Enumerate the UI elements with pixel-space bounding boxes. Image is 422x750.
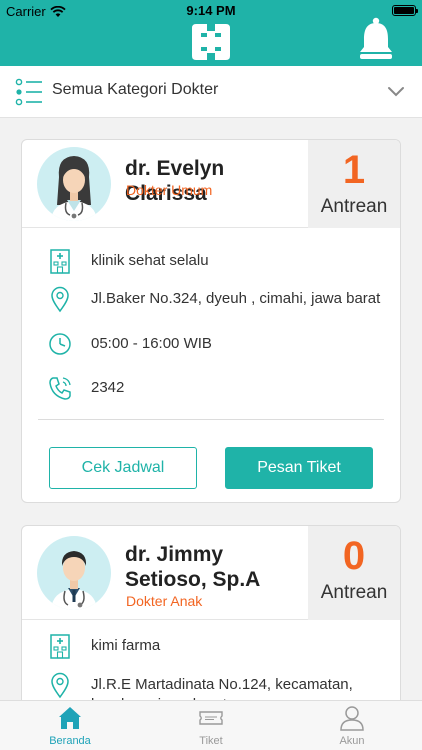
- queue-count: 0: [342, 534, 366, 578]
- clinic-address: Jl.R.E Martadinata No.124, kecamatan, ba…: [91, 676, 353, 700]
- phone-number: 2342: [91, 379, 125, 396]
- clinic-name: klinik sehat selalu: [91, 252, 209, 269]
- bell-icon[interactable]: [356, 16, 396, 62]
- card-divider: [38, 419, 384, 420]
- check-schedule-button[interactable]: Cek Jadwal: [49, 447, 197, 489]
- phone-row: 2342: [46, 374, 386, 402]
- queue-count: 1: [342, 148, 366, 192]
- address-row: Jl.R.E Martadinata No.124, kecamatan, ba…: [46, 671, 386, 700]
- list-filter-icon: [15, 78, 42, 106]
- user-icon: [340, 706, 364, 731]
- clinic-name: kimi farma: [91, 637, 161, 654]
- tab-label: Beranda: [49, 735, 91, 747]
- tab-akun[interactable]: Akun: [282, 701, 422, 750]
- chevron-down-icon[interactable]: [386, 84, 406, 98]
- ticket-icon: [199, 711, 223, 725]
- queue-label: Antrean: [320, 582, 388, 603]
- app-header: Carrier 9:14 PM: [0, 0, 422, 66]
- queue-label: Antrean: [320, 196, 388, 217]
- location-pin-icon: [51, 672, 69, 699]
- hospital-icon: [50, 249, 70, 274]
- doctor-card[interactable]: dr. Jimmy Setioso, Sp.A Dokter Anak 0 An…: [21, 525, 401, 700]
- doctor-avatar-female: [37, 147, 111, 221]
- book-ticket-button[interactable]: Pesan Tiket: [225, 447, 373, 489]
- doctor-list[interactable]: dr. Evelyn Clarissa Dokter Umum 1 Antrea…: [0, 118, 422, 700]
- queue-counter: 0 Antrean: [308, 526, 400, 620]
- tab-label: Akun: [339, 735, 365, 747]
- app-logo-icon: [192, 24, 230, 60]
- home-icon: [59, 707, 81, 729]
- category-filter[interactable]: Semua Kategori Dokter: [0, 66, 422, 118]
- battery-icon: [392, 5, 418, 16]
- bottom-tab-bar: Beranda Tiket Akun: [0, 700, 422, 750]
- practice-hours: 05:00 - 16:00 WIB: [91, 335, 212, 352]
- doctor-avatar-male: [37, 536, 111, 610]
- hours-row: 05:00 - 16:00 WIB: [46, 330, 386, 358]
- address-row: Jl.Baker No.324, dyeuh , cimahi, jawa ba…: [46, 285, 386, 329]
- hospital-icon: [50, 634, 70, 659]
- location-pin-icon: [51, 286, 69, 313]
- tab-tiket[interactable]: Tiket: [141, 701, 281, 750]
- filter-label: Semua Kategori Dokter: [52, 81, 219, 98]
- doctor-category: Dokter Umum: [126, 182, 213, 198]
- doctor-category: Dokter Anak: [126, 593, 203, 609]
- doctor-card-header: dr. Jimmy Setioso, Sp.A Dokter Anak 0 An…: [22, 526, 400, 620]
- clinic-row: klinik sehat selalu: [46, 247, 386, 275]
- doctor-name: dr. Evelyn Clarissa: [125, 157, 225, 205]
- doctor-card-header: dr. Evelyn Clarissa Dokter Umum 1 Antrea…: [22, 140, 400, 228]
- queue-counter: 1 Antrean: [308, 140, 400, 228]
- tab-label: Tiket: [199, 735, 223, 747]
- clinic-address: Jl.Baker No.324, dyeuh , cimahi, jawa ba…: [91, 290, 381, 307]
- doctor-card[interactable]: dr. Evelyn Clarissa Dokter Umum 1 Antrea…: [21, 139, 401, 503]
- phone-icon: [49, 377, 71, 400]
- clock-icon: [49, 333, 71, 355]
- tab-beranda[interactable]: Beranda: [0, 701, 140, 750]
- clinic-row: kimi farma: [46, 632, 386, 660]
- doctor-name: dr. Jimmy Setioso, Sp.A: [125, 543, 261, 591]
